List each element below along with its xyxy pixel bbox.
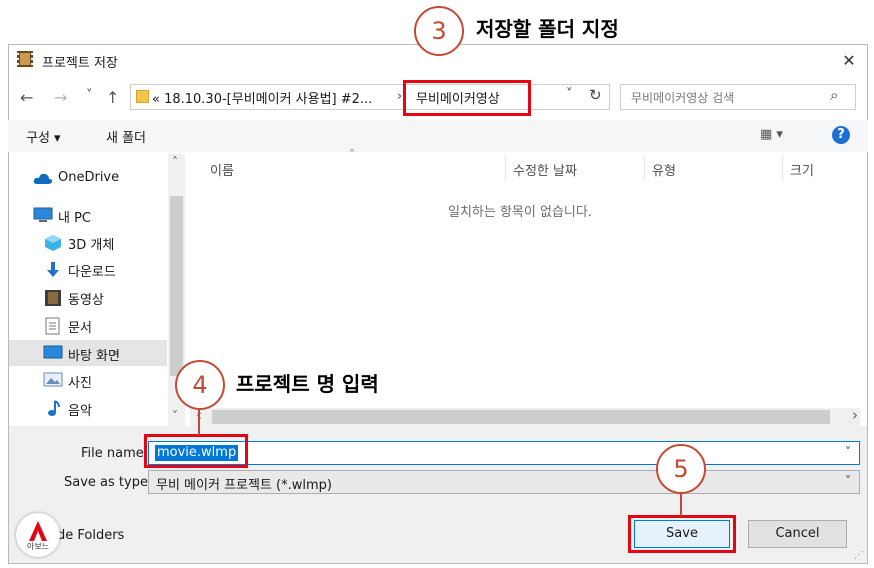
step-4-connector [198,409,200,435]
music-icon [45,399,61,421]
file-name-dropdown-button[interactable]: ˅ [845,445,851,459]
save-as-type-label: Save as type: [64,475,153,490]
column-header-date-modified[interactable]: 수정한 날짜 [513,160,577,179]
address-path[interactable]: « 18.10.30-[무비메이커 사용법] #2... [152,88,372,107]
sort-ascending-icon: ˄ [349,148,355,162]
resize-grip-icon[interactable]: ⋰ [854,550,864,561]
film-icon [44,289,62,311]
sidebar-item-this-pc[interactable]: 내 PC [58,207,91,226]
folder-icon [136,90,149,103]
file-name-input[interactable] [148,441,860,465]
new-folder-button[interactable]: 새 폴더 [106,127,146,146]
cloud-icon [33,170,53,189]
hide-folders-toggle[interactable]: de Folders [57,528,124,543]
column-divider[interactable] [644,156,645,180]
empty-list-message: 일치하는 항목이 없습니다. [448,205,592,220]
step-4-marker: 4 [175,360,225,410]
sidebar-item-3d-objects[interactable]: 3D 개체 [68,234,114,253]
logo-badge: 아보느 [16,513,60,557]
desktop-icon [43,345,63,365]
download-icon [44,261,62,283]
picture-icon [43,372,63,392]
column-header-size[interactable]: 크기 [790,160,814,179]
forward-button[interactable]: → [54,88,67,108]
view-options-button[interactable]: ▦ ▾ [760,127,783,142]
address-highlight-box [403,80,531,116]
sidebar-item-pictures[interactable]: 사진 [68,372,92,391]
sidebar-item-documents[interactable]: 문서 [68,317,92,336]
column-divider[interactable] [782,156,783,180]
recent-locations-button[interactable]: ˅ [86,86,93,106]
sidebar-scroll-thumb[interactable] [170,196,183,376]
sidebar-item-onedrive[interactable]: OneDrive [58,170,119,185]
computer-icon [33,207,53,227]
sidebar-item-desktop[interactable]: 바탕 화면 [68,345,120,364]
file-name-label: File name: [81,446,149,461]
step-3-marker: 3 [414,6,464,56]
sidebar-item-downloads[interactable]: 다운로드 [68,261,116,280]
file-name-highlight-box [144,434,248,468]
film-strip-icon [16,50,34,68]
address-dropdown-button[interactable]: ˅ [566,87,573,102]
search-placeholder[interactable]: 무비메이커영상 검색 [631,89,734,106]
window-title: 프로젝트 저장 [42,56,118,71]
step-3-caption: 저장할 폴더 지정 [476,17,619,41]
search-icon[interactable]: ⌕ [830,86,838,104]
address-separator[interactable]: › [397,89,402,104]
step-4-caption: 프로젝트 명 입력 [236,372,379,396]
column-header-name[interactable]: 이름 [210,160,234,179]
document-icon [45,317,61,339]
save-button-highlight-box [628,515,736,553]
step-5-marker: 5 [656,444,706,494]
help-icon[interactable]: ? [832,126,850,144]
cube-icon [44,234,62,256]
sidebar-scroll-up-button[interactable]: ˄ [172,155,178,169]
horizontal-scroll-thumb[interactable] [212,410,830,424]
sidebar-item-videos[interactable]: 동영상 [68,289,104,308]
refresh-icon[interactable]: ↻ [589,86,602,104]
up-button[interactable]: ↑ [106,88,119,108]
logo-text: 아보느 [26,542,50,551]
step-5-connector [680,493,682,516]
sidebar-scroll-down-button[interactable]: ˅ [172,409,178,423]
sidebar-item-music[interactable]: 음악 [68,400,92,419]
organize-button[interactable]: 구성 ▾ [26,127,61,146]
back-button[interactable]: ← [20,88,33,108]
close-button[interactable]: ✕ [838,50,860,72]
column-divider[interactable] [505,156,506,180]
cancel-button[interactable]: Cancel [748,520,847,548]
save-as-type-dropdown-button[interactable]: ˅ [845,474,851,488]
save-as-type-value[interactable]: 무비 메이커 프로젝트 (*.wlmp) [156,474,332,493]
column-header-type[interactable]: 유형 [652,160,676,179]
scroll-right-button[interactable]: › [852,406,858,424]
